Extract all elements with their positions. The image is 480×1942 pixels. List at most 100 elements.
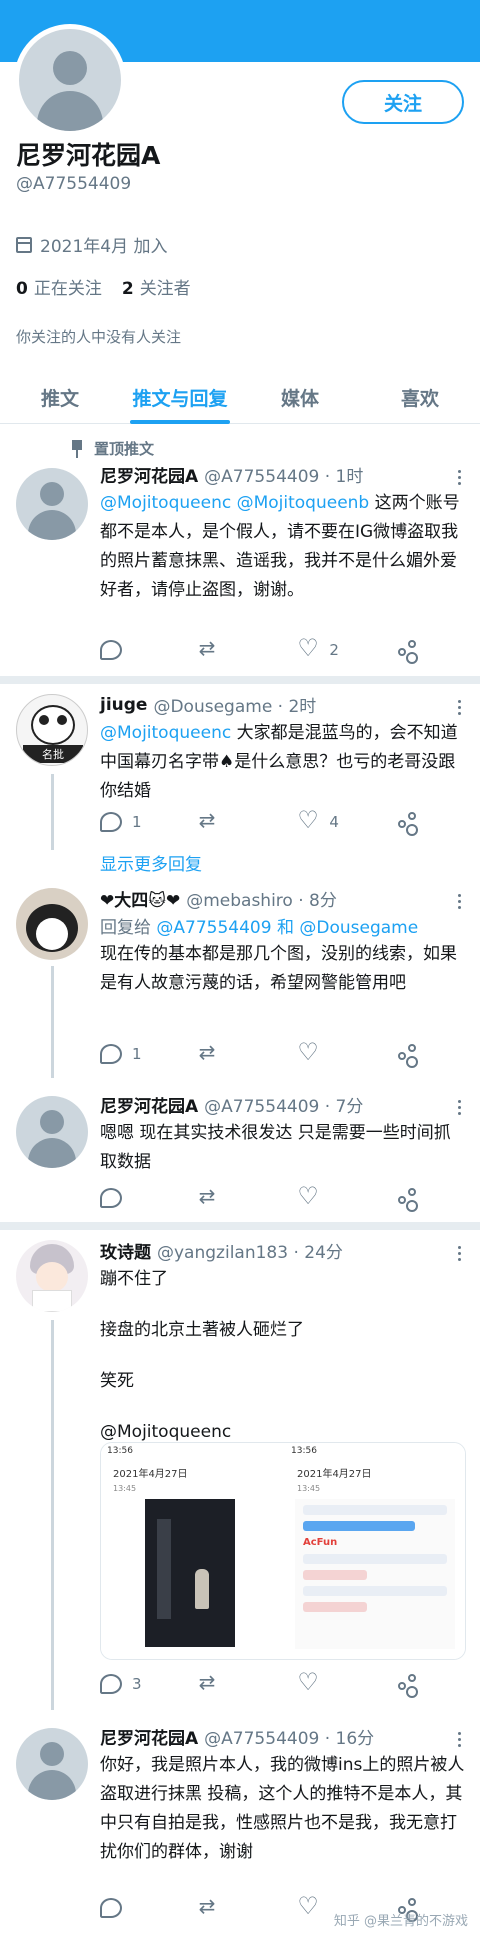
avatar[interactable]: 名批 [16,694,88,766]
tweet-actions [100,1182,420,1210]
mention-link[interactable]: @A77554409 和 @Dousegame [156,918,418,938]
tweet-actions: 3 [100,1668,420,1696]
share-icon [396,1044,418,1064]
avatar[interactable] [16,888,88,960]
reply-button[interactable]: 1 [100,1042,180,1066]
tweet-media[interactable]: 13:56 2021年4月27日 13:45 13:56 2021年4月27日 … [100,1442,466,1660]
tweet-text: 嗯嗯 现在其实技术很发达 只是需要一些时间抓取数据 [100,1123,451,1172]
reply-icon [100,1674,122,1694]
like-button[interactable]: 2 [297,634,377,662]
profile-avatar[interactable] [14,24,126,136]
tweet-header: ❤大四🐱❤ @mebashiro · 8分 [100,891,337,911]
tweet-header: 尼罗河花园A @A77554409 · 7分 [100,1097,364,1117]
retweet-icon [199,1670,221,1694]
reply-button[interactable] [100,638,180,662]
share-icon [396,640,418,660]
more-options-icon[interactable] [458,700,462,716]
like-button[interactable] [297,1668,377,1696]
share-icon [396,1674,418,1694]
like-button[interactable] [297,1038,377,1066]
tweet-text: 现在传的基本都是那几个图，没别的线索，如果是有人故意污蔑的话，希望网警能管用吧 [100,944,457,993]
media-image[interactable]: 13:56 2021年4月27日 13:45 [101,1443,281,1659]
profile-handle: @A77554409 [16,174,132,194]
tweet-text-line: 蹦不住了 [100,1269,168,1289]
show-more-replies-link[interactable]: 显示更多回复 [100,850,202,875]
retweet-button[interactable] [199,636,279,662]
retweet-button[interactable] [199,1040,279,1066]
joined-date: 2021年4月 加入 [16,232,167,257]
thread-line [51,774,54,850]
pin-icon [70,439,84,458]
avatar[interactable] [16,1728,88,1800]
avatar[interactable] [16,468,88,540]
tweet-text: @Mojitoqueenc 大家都是混蓝鸟的，会不知道中国幕刃名字带♠是什么意思… [100,723,458,801]
section-divider [0,676,480,684]
tweet-header: 玫诗题 @yangzilan183 · 24分 [100,1243,343,1263]
media-image[interactable]: 13:56 2021年4月27日 13:45 AcFun [285,1443,465,1659]
reply-button[interactable]: 1 [100,810,180,834]
tab-likes[interactable]: 喜欢 [360,372,480,423]
like-icon [297,806,319,834]
reply-icon [100,1044,122,1064]
retweet-icon [199,1040,221,1064]
like-icon [297,634,319,662]
thread-line [51,966,54,1078]
more-options-icon[interactable] [458,1246,462,1262]
watermark: 知乎 @果兰青的不游戏 [333,1914,468,1929]
share-button[interactable] [396,1672,420,1696]
tweet-header: jiuge @Dousegame · 2时 [100,694,317,718]
reply-to-line: 回复给 @A77554409 和 @Dousegame [100,918,419,938]
calendar-icon [16,236,32,253]
like-button[interactable]: 4 [297,806,377,834]
tweet-actions: 1 [100,1038,420,1066]
like-icon [297,1892,319,1920]
section-divider [0,1222,480,1230]
share-icon [396,812,418,832]
profile-tabs: 推文 推文与回复 媒体 喜欢 [0,372,480,424]
reply-button[interactable] [100,1186,180,1210]
more-options-icon[interactable] [458,1732,462,1748]
tweet-text-line: 接盘的北京土著被人砸烂了 [100,1320,304,1340]
like-button[interactable] [297,1182,377,1210]
more-options-icon[interactable] [458,1100,462,1116]
reply-icon [100,640,122,660]
reply-button[interactable]: 3 [100,1672,180,1696]
tweet-header: 尼罗河花园A @A77554409 · 1时 [100,467,364,487]
like-icon [297,1182,319,1210]
retweet-button[interactable] [199,1670,279,1696]
mention-link[interactable]: @Mojitoqueenc [100,723,231,743]
retweet-button[interactable] [199,1184,279,1210]
mutual-followers-note: 你关注的人中没有人关注 [16,328,182,346]
share-button[interactable] [396,1186,420,1210]
retweet-icon [199,808,221,832]
pinned-tweet-label: 置顶推文 [70,438,154,459]
retweet-icon [199,636,221,660]
following-stat[interactable]: 0 正在关注 [16,274,102,299]
reply-button[interactable] [100,1896,180,1920]
avatar[interactable] [16,1240,88,1312]
follow-button[interactable]: 关注 [342,80,464,124]
tweet-text: 你好，我是照片本人，我的微博ins上的照片被人盗取进行抹黑 投稿，这个人的推特不… [100,1755,465,1862]
tweet-text-line: 笑死 [100,1371,134,1391]
retweet-button[interactable] [199,808,279,834]
tab-tweets[interactable]: 推文 [0,372,120,423]
share-button[interactable] [396,810,420,834]
tab-media[interactable]: 媒体 [240,372,360,423]
joined-label: 2021年4月 加入 [40,237,168,257]
avatar[interactable] [16,1096,88,1168]
retweet-icon [199,1184,221,1208]
tweet-actions: 2 [100,634,420,662]
tab-tweets-and-replies[interactable]: 推文与回复 [120,372,240,424]
mention-link[interactable]: @Mojitoqueenc @Mojitoqueenb [100,493,369,513]
profile-display-name: 尼罗河花园A [16,141,161,170]
share-button[interactable] [396,1042,420,1066]
share-button[interactable] [396,638,420,662]
share-icon [396,1188,418,1208]
like-icon [297,1668,319,1696]
more-options-icon[interactable] [458,470,462,486]
followers-stat[interactable]: 2 关注者 [122,274,191,299]
retweet-button[interactable] [199,1894,279,1920]
more-options-icon[interactable] [458,894,462,910]
reply-icon [100,812,122,832]
tweet-header: 尼罗河花园A @A77554409 · 16分 [100,1729,375,1749]
